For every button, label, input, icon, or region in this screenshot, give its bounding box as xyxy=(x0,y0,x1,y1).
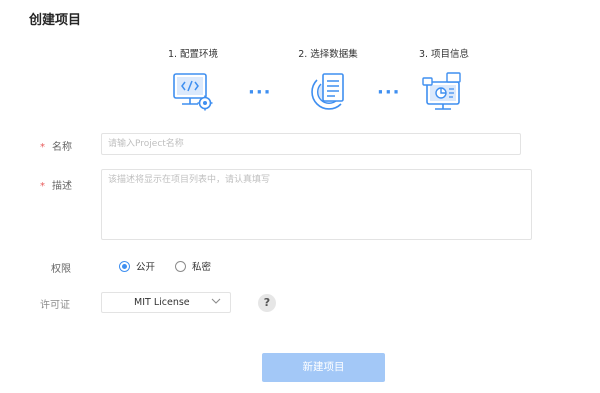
license-select[interactable]: MIT License xyxy=(101,292,231,313)
question-icon[interactable]: ? xyxy=(258,294,276,312)
step-configure-environment: 1. 配置环境 xyxy=(138,48,248,114)
radio-private[interactable]: 私密 xyxy=(175,259,211,273)
step-project-info: 3. 项目信息 xyxy=(389,48,499,114)
radio-public[interactable]: 公开 xyxy=(119,259,155,273)
step-label: 3. 项目信息 xyxy=(418,49,470,60)
required-mark: * xyxy=(40,142,45,153)
description-textarea[interactable]: 该描述将显示在项目列表中，请认真填写 xyxy=(101,169,532,240)
create-project-button[interactable]: 新建项目 xyxy=(262,353,385,382)
step-label: 2. 选择数据集 xyxy=(298,49,358,60)
project-dashboard-icon xyxy=(422,72,461,110)
radio-unchecked-icon[interactable] xyxy=(175,260,186,272)
radio-checked-icon[interactable] xyxy=(119,260,130,272)
step-select-dataset: 2. 选择数据集 xyxy=(273,48,383,114)
description-placeholder: 该描述将显示在项目列表中，请认真填写 xyxy=(108,175,271,185)
page-title: 创建项目 xyxy=(29,13,82,28)
name-placeholder: 请输入Project名称 xyxy=(108,139,184,149)
description-label: * 描述 xyxy=(40,177,72,192)
chevron-down-icon xyxy=(211,298,221,304)
name-input[interactable]: 请输入Project名称 xyxy=(101,133,521,155)
step-separator-dots: ··· xyxy=(248,82,272,103)
code-monitor-gear-icon xyxy=(173,73,213,111)
dataset-document-icon xyxy=(311,73,344,110)
license-label: 许可证 xyxy=(40,300,70,311)
radio-public-label: 公开 xyxy=(136,262,156,273)
name-label-text: 名称 xyxy=(52,142,72,153)
description-label-text: 描述 xyxy=(52,181,72,192)
step-label: 1. 配置环境 xyxy=(167,49,219,60)
permission-label: 权限 xyxy=(51,264,71,275)
required-mark: * xyxy=(40,181,45,192)
radio-private-label: 私密 xyxy=(192,262,212,273)
license-selected-value: MIT License xyxy=(134,297,190,308)
name-label: * 名称 xyxy=(40,138,72,153)
create-project-page: 创建项目 1. 配置环境 ··· 2. 选择数据集 ··· 3. 项目信息 * … xyxy=(0,0,600,393)
